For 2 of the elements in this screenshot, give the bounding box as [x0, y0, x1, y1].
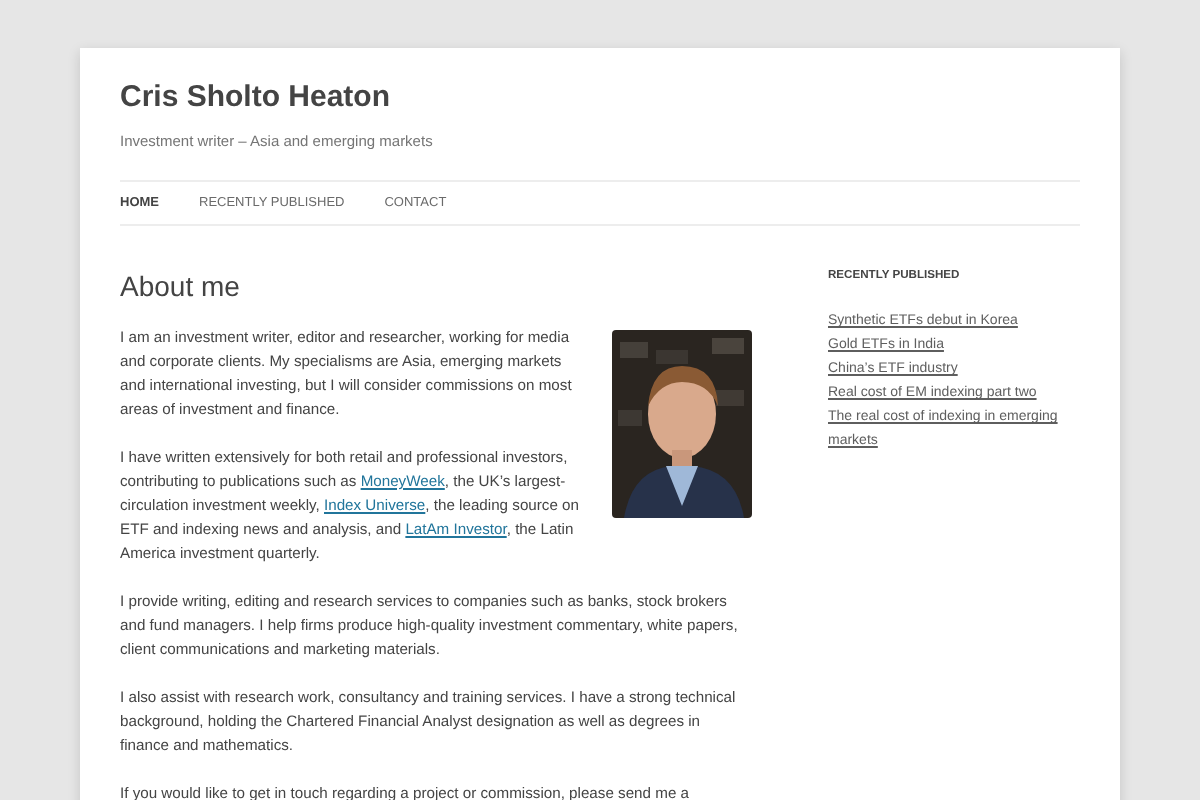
page-heading: About me [120, 270, 242, 302]
site-title[interactable]: Cris Sholto Heaton [120, 76, 1080, 114]
